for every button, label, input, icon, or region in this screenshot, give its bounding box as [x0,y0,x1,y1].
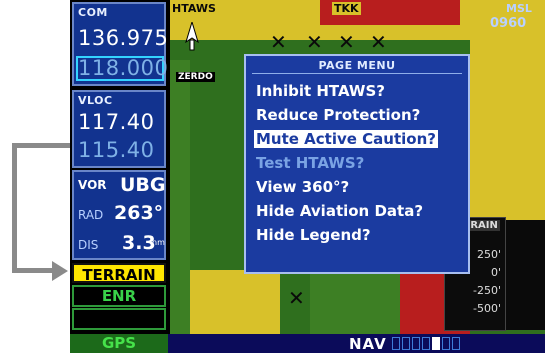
callout-arrow-line [12,268,57,273]
obstacle-icon: ✕ [306,30,323,54]
menu-item-hide-aviation-data[interactable]: Hide Aviation Data? [254,202,425,220]
page-indicator-segment [442,337,450,350]
com-standby-frequency: 118.000 [78,56,169,80]
page-indicator-segment [422,337,430,350]
dis-unit: nm [152,238,165,247]
flight-phase-annunciator: ENR [72,285,166,307]
legend-row: -250' [473,284,501,297]
vor-label: VOR [78,178,107,192]
vloc-standby-frequency: 115.40 [78,138,155,162]
page-indicator-segment [412,337,420,350]
menu-item-reduce-protection[interactable]: Reduce Protection? [254,106,422,124]
menu-title: PAGE MENU [318,59,396,72]
page-group-label: NAV [349,335,387,353]
menu-item-mute-active-caution[interactable]: Mute Active Caution? [254,130,438,148]
map-altitude-readout: 0960 [490,16,527,31]
obstacle-icon: ✕ [370,30,387,54]
legend-row: 250' [476,248,501,261]
annunciator-slot [72,308,166,330]
callout-arrow-head-icon [52,261,68,281]
menu-item-inhibit-htaws[interactable]: Inhibit HTAWS? [254,82,387,100]
menu-item-test-htaws: Test HTAWS? [256,154,365,172]
cdi-source-gps: GPS [70,334,168,353]
gps-display: HTAWS TKK MSL 0960 ZERDO ✕ ✕ ✕ ✕ ✕ TERRA… [70,0,545,353]
com-label: COM [78,6,108,19]
map-label-htaws: HTAWS [170,2,218,15]
vloc-label: VLOC [78,94,113,107]
vor-box: VOR UBG RAD 263° DIS 3.3 nm [72,170,166,260]
page-indicator-segment [402,337,410,350]
vloc-active-frequency: 117.40 [78,110,155,134]
legend-row: -500' [473,302,501,315]
map-label-waypoint: ZERDO [176,72,215,82]
terrain-annunciator: TERRAIN [72,263,166,284]
vloc-box[interactable]: VLOC 117.40 115.40 [72,90,166,168]
menu-item-hide-legend[interactable]: Hide Legend? [254,226,373,244]
rad-label: RAD [78,208,104,222]
menu-divider [252,73,462,74]
radio-column: COM 136.975 118.000 VLOC 117.40 115.40 V… [70,0,168,353]
map-label-msl: MSL [506,2,532,15]
callout-arrow-line [12,143,17,273]
page-indicator-segment [452,337,460,350]
aircraft-icon [184,20,200,52]
legend-row: 0' [490,266,501,279]
vor-identifier: UBG [120,174,166,196]
dis-label: DIS [78,238,99,252]
map-label-tkk: TKK [332,2,361,15]
obstacle-icon: ✕ [338,30,355,54]
status-bar: GPS NAV [70,334,545,353]
dis-value: 3.3 [122,232,156,254]
com-box[interactable]: COM 136.975 118.000 [72,2,169,86]
page-menu: PAGE MENU Inhibit HTAWS? Reduce Protecti… [244,54,470,274]
rad-value: 263° [114,202,164,224]
page-indicator-segment [392,337,400,350]
obstacle-icon: ✕ [270,30,287,54]
menu-item-view-360[interactable]: View 360°? [254,178,351,196]
com-active-frequency: 136.975 [78,26,169,50]
page-indicator-segment [432,337,440,350]
obstacle-icon: ✕ [288,286,305,310]
